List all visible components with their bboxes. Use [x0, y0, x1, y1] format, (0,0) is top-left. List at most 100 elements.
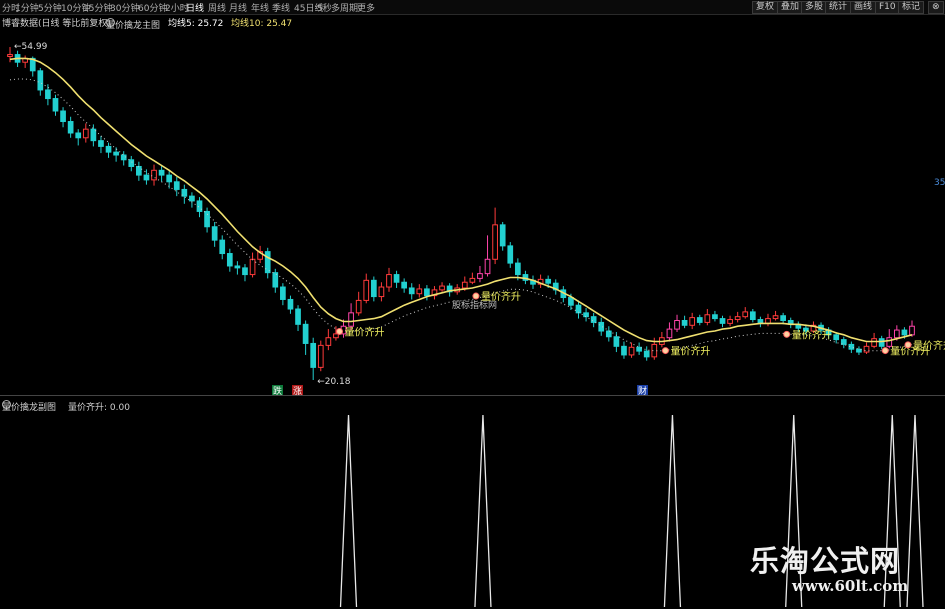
candle-body	[833, 334, 840, 341]
candle-body	[469, 277, 476, 283]
candle-body	[749, 311, 756, 321]
candle-body	[219, 239, 226, 255]
candle-body	[143, 174, 150, 181]
candle-body	[742, 311, 749, 318]
candle-body	[696, 317, 703, 323]
watermark-url: www.60lt.com	[792, 577, 909, 595]
sub-indicator-value: 量价齐升: 0.00	[68, 403, 130, 413]
candle-body	[355, 299, 362, 314]
candle-body	[689, 317, 696, 326]
signal-label: 量价齐升	[792, 328, 832, 341]
candle-body	[590, 316, 597, 323]
candle-body	[780, 315, 786, 321]
signal-label: 量价齐升	[913, 339, 945, 352]
candle-body	[333, 333, 339, 339]
candle-body	[575, 304, 582, 314]
candle-body	[302, 323, 309, 344]
candle-body	[37, 70, 44, 91]
watermark-title: 乐淘公式网	[750, 544, 901, 578]
right-edge-label: 35	[934, 178, 945, 188]
candle-body	[704, 314, 711, 323]
candle-body	[499, 224, 506, 247]
candle-body	[386, 274, 392, 288]
signal-label: 量价齐升	[345, 325, 385, 338]
candle-body	[363, 279, 370, 301]
candle-body	[507, 245, 514, 264]
candle-body	[196, 200, 203, 212]
candle-body	[82, 128, 89, 139]
candle-body	[173, 181, 180, 190]
candle-body	[477, 273, 483, 279]
candle-body	[727, 319, 733, 324]
candle-body	[113, 151, 119, 156]
candle-body	[484, 258, 491, 275]
high-price-label: ←54.99	[14, 42, 48, 52]
candle-body	[893, 329, 900, 339]
candle-body	[7, 54, 13, 57]
candle-body	[401, 281, 408, 289]
candle-body	[666, 328, 673, 339]
candle-body	[514, 262, 521, 276]
candle-body	[492, 224, 498, 260]
candle-body	[295, 308, 301, 325]
candle-body	[242, 267, 248, 276]
candle-body	[583, 312, 589, 318]
candle-body	[424, 288, 430, 297]
candle-body	[643, 350, 650, 358]
candle-body	[621, 345, 627, 356]
candle-body	[45, 89, 51, 100]
candle-body	[287, 298, 294, 310]
signal-marker-icon	[881, 347, 889, 355]
candle-body	[166, 174, 173, 183]
candle-body	[280, 286, 286, 300]
signal-marker-icon	[661, 347, 669, 355]
candle-body	[60, 110, 66, 123]
candle-body	[90, 128, 97, 142]
candle-body	[98, 140, 104, 147]
sub-indicator-name: 量价擒龙副图	[2, 403, 57, 413]
candle-body	[189, 195, 195, 202]
candle-body	[568, 297, 574, 306]
candle-body	[136, 165, 142, 176]
candle-body	[719, 318, 726, 324]
candle-body	[317, 344, 324, 368]
candle-body	[272, 272, 279, 288]
candle-body	[52, 98, 59, 112]
candle-body	[408, 287, 415, 295]
candle-body	[909, 325, 915, 336]
candle-body	[264, 251, 271, 274]
candle-body	[628, 346, 635, 356]
signal-label: 量价齐升	[670, 345, 710, 358]
signal-marker-icon	[336, 327, 344, 335]
sub-signal-spike	[663, 414, 682, 608]
candle-body	[105, 145, 112, 153]
candle-body	[886, 337, 893, 347]
candle-body	[234, 265, 241, 269]
candle-body	[878, 338, 885, 347]
candle-body	[863, 345, 870, 353]
candle-body	[378, 286, 385, 298]
candle-body	[605, 330, 612, 338]
candle-body	[181, 188, 188, 197]
candle-body	[734, 316, 741, 321]
candle-body	[151, 169, 157, 181]
low-price-label: ←20.18	[317, 377, 351, 387]
candle-body	[158, 169, 165, 176]
candle-body	[370, 279, 377, 298]
candle-body	[325, 337, 332, 346]
candle-body	[128, 159, 135, 167]
panel-separator	[0, 395, 945, 396]
candle-body	[67, 121, 74, 134]
candle-body	[211, 226, 218, 241]
candle-body	[772, 315, 779, 320]
sub-signal-spike	[474, 414, 492, 608]
candle-body	[204, 210, 210, 228]
candle-body	[681, 319, 688, 326]
signal-marker-icon	[904, 341, 912, 349]
candle-body	[674, 319, 680, 330]
candle-body	[545, 278, 552, 284]
candle-body	[461, 281, 468, 289]
candle-body	[75, 132, 82, 139]
candle-body	[871, 338, 877, 347]
center-watermark: 股标指标网	[452, 301, 498, 311]
